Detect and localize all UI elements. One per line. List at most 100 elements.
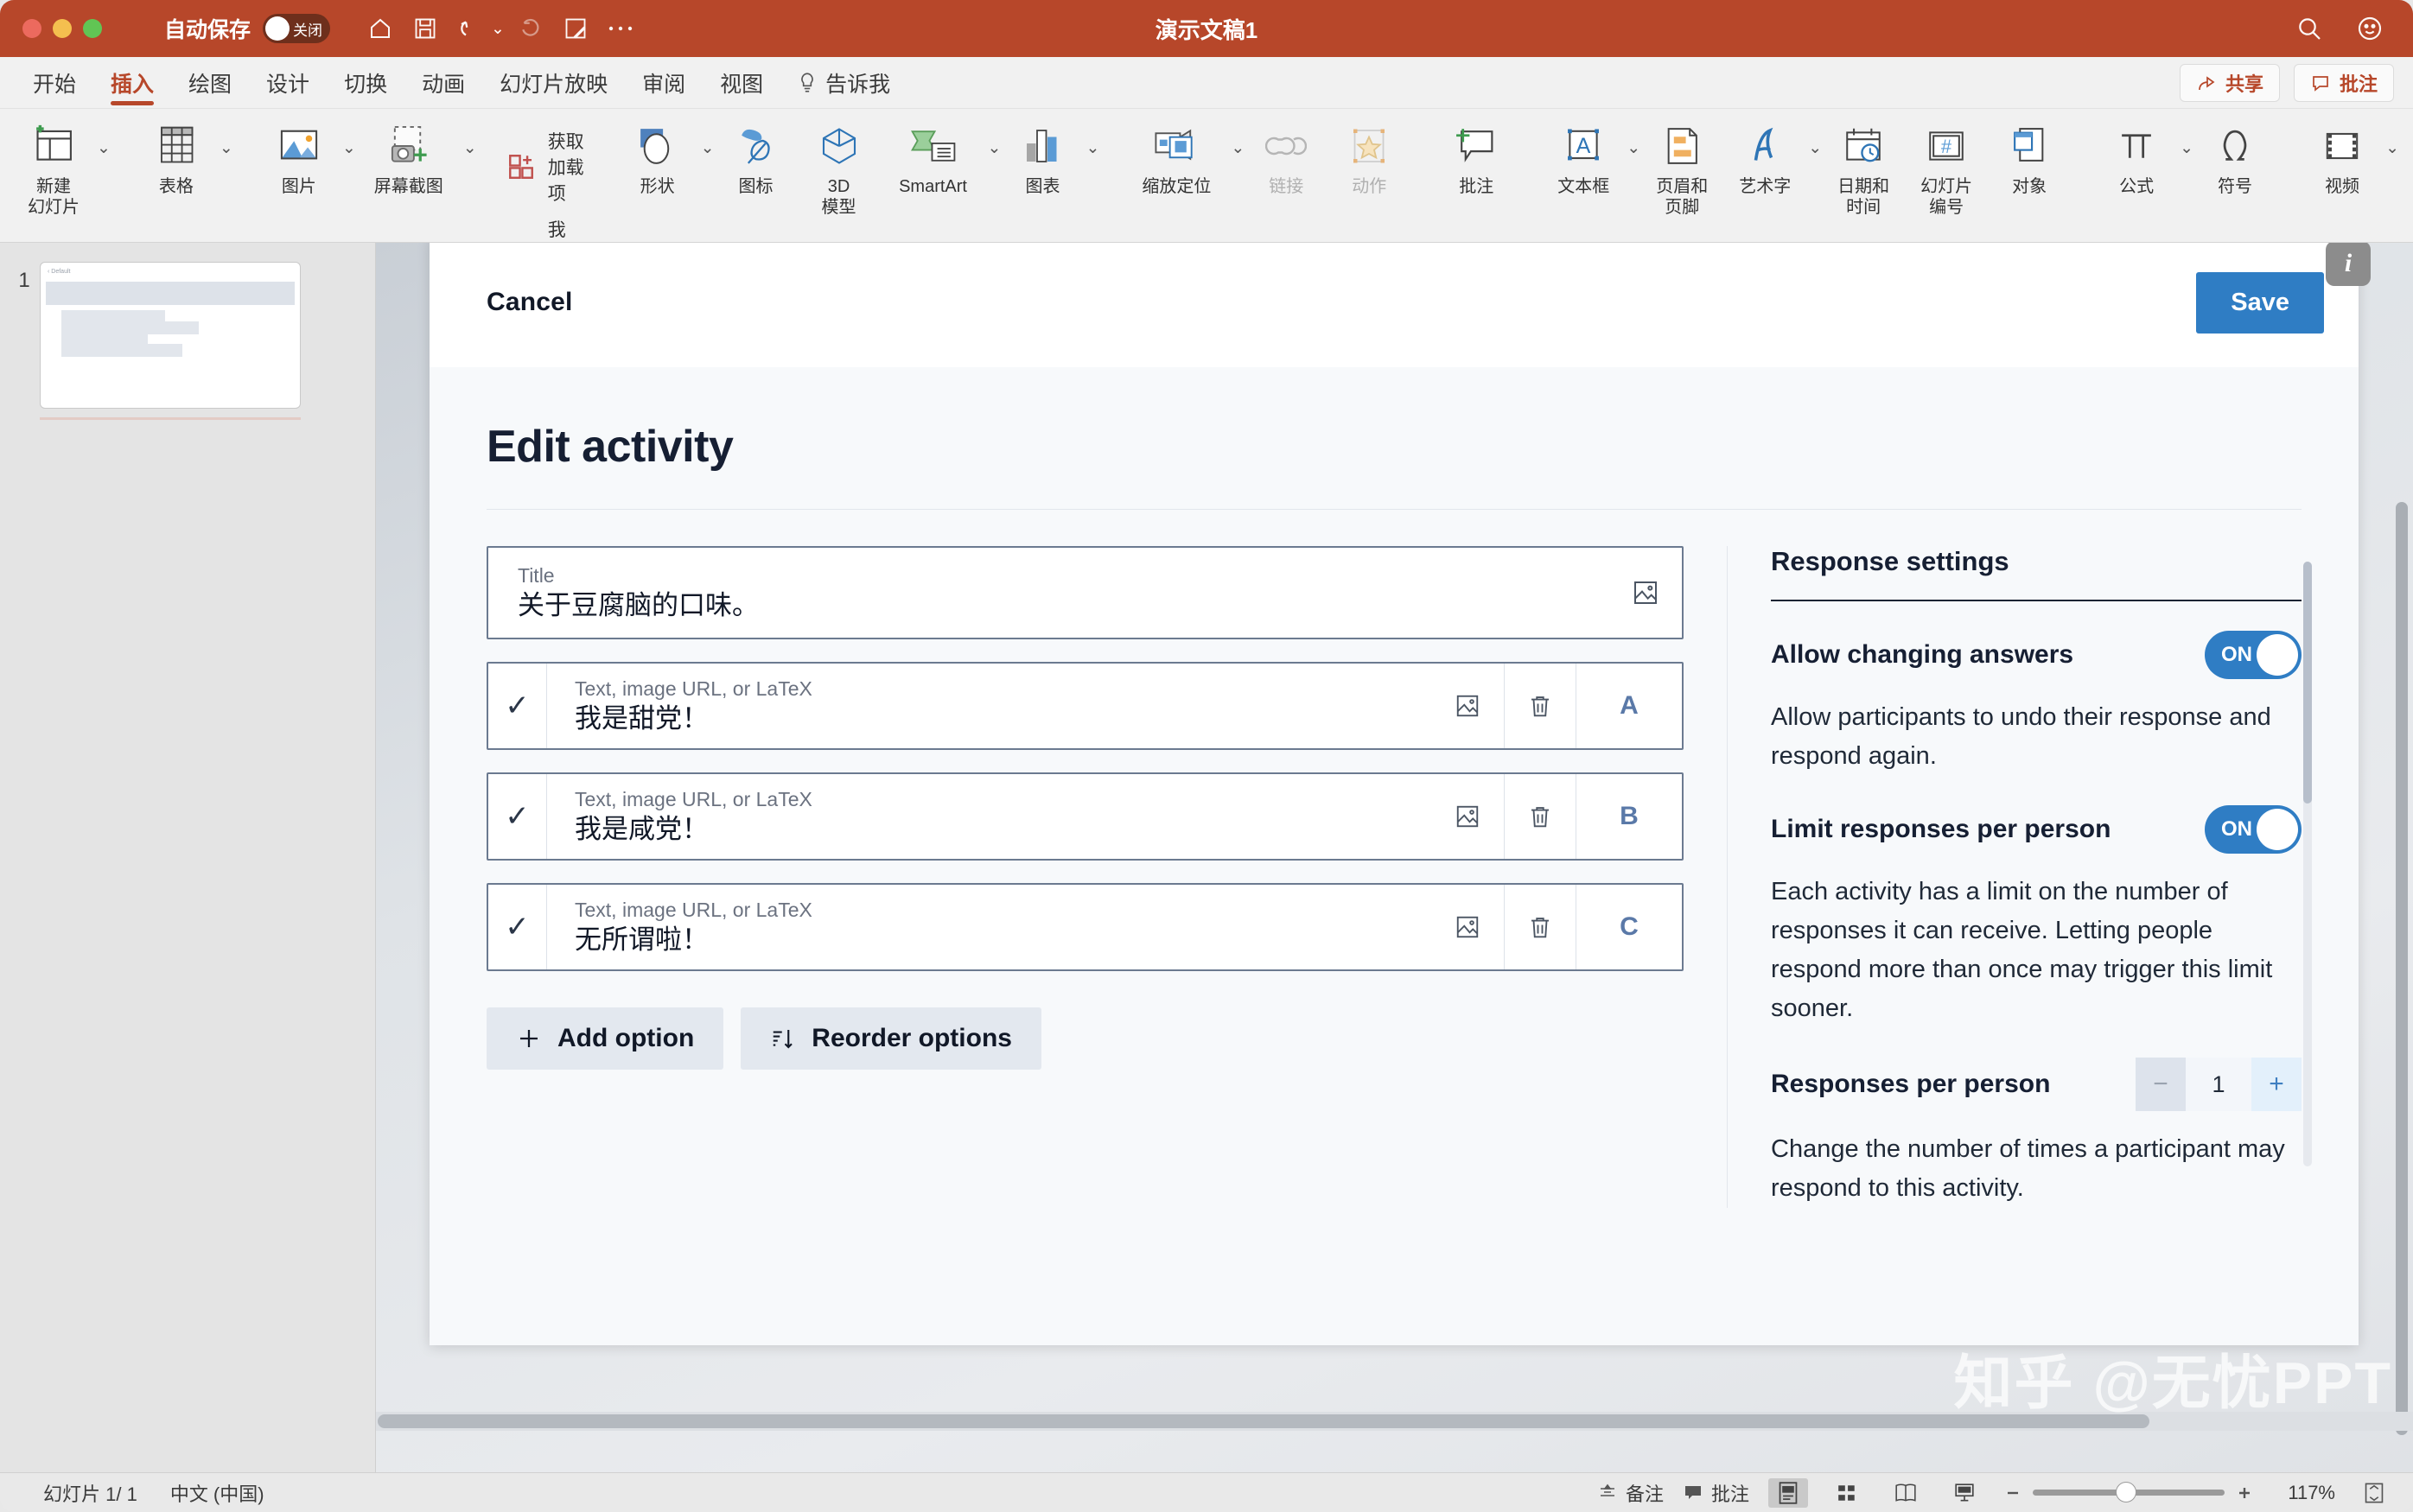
allow-changing-answers-toggle[interactable]: ON (2205, 631, 2302, 679)
option-value[interactable]: 我是甜党！ (575, 702, 1431, 736)
slide-thumbnail-panel[interactable]: 1 ‹ Default (0, 243, 376, 1472)
option-row[interactable]: ✓ Text, image URL, or LaTeX 无所谓啦！ C (487, 883, 1684, 971)
language-indicator[interactable]: 中文 (中国) (170, 1479, 264, 1507)
search-icon[interactable] (2290, 10, 2328, 48)
panel-scrollbar-thumb[interactable] (2303, 562, 2312, 804)
picture-button[interactable]: 图片 ⌄ (258, 109, 356, 197)
title-field[interactable]: Title 关于豆腐脑的口味。 (487, 546, 1684, 639)
check-icon[interactable]: ✓ (488, 885, 547, 969)
cancel-button[interactable]: Cancel (487, 288, 573, 317)
check-icon[interactable]: ✓ (488, 774, 547, 859)
shapes-button[interactable]: 形状 ⌄ (616, 109, 715, 197)
new-comment-button[interactable]: 批注 (1435, 109, 1518, 197)
slideshow-view-button[interactable] (1945, 1478, 1984, 1508)
stepper-value[interactable]: 1 (2186, 1058, 2251, 1111)
more-icon[interactable] (602, 10, 640, 48)
model3d-button[interactable]: 3D 模型 (798, 109, 881, 218)
check-icon[interactable]: ✓ (488, 664, 547, 748)
tab-animations[interactable]: 动画 (404, 57, 482, 109)
stepper-increment-button[interactable]: + (2251, 1058, 2302, 1111)
fit-slide-icon[interactable] (2354, 1478, 2394, 1508)
link-button[interactable]: 链接 (1245, 109, 1327, 197)
autosave-toggle[interactable]: 关闭 (263, 14, 331, 43)
chevron-down-icon[interactable]: ⌄ (701, 109, 715, 158)
slide-thumbnail[interactable]: ‹ Default (40, 262, 301, 409)
share-button[interactable]: 共享 (2179, 63, 2280, 102)
comment-button[interactable]: 批注 (2293, 63, 2394, 102)
undo-dropdown-icon[interactable]: ⌄ (491, 19, 505, 39)
redo-icon[interactable] (512, 10, 550, 48)
chevron-down-icon[interactable]: ⌄ (463, 109, 477, 158)
comments-button[interactable]: 批注 (1683, 1479, 1749, 1507)
chart-button[interactable]: 图表 ⌄ (1001, 109, 1099, 197)
smartart-button[interactable]: SmartArt ⌄ (881, 109, 1001, 197)
tab-view[interactable]: 视图 (703, 57, 780, 109)
new-slide-button[interactable]: 新建 幻灯片 ⌄ (12, 109, 111, 218)
video-button[interactable]: 视频 ⌄ (2301, 109, 2399, 197)
add-option-button[interactable]: Add option (487, 1007, 724, 1070)
option-row[interactable]: ✓ Text, image URL, or LaTeX 我是甜党！ A (487, 662, 1684, 750)
close-window-button[interactable] (22, 19, 41, 38)
zoom-in-button[interactable] (2235, 1483, 2254, 1502)
tab-insert[interactable]: 插入 (93, 57, 171, 109)
reorder-options-button[interactable]: Reorder options (741, 1007, 1041, 1070)
trash-icon[interactable] (1504, 885, 1576, 969)
option-value[interactable]: 无所谓啦！ (575, 923, 1431, 957)
trash-icon[interactable] (1504, 664, 1576, 748)
slide-number-button[interactable]: # 幻灯片 编号 (1905, 109, 1988, 218)
responses-per-person-stepper[interactable]: − 1 + (2136, 1058, 2302, 1111)
edit-file-icon[interactable] (557, 10, 595, 48)
home-icon[interactable] (361, 10, 399, 48)
screenshot-button[interactable]: 屏幕截图 ⌄ (356, 109, 477, 197)
wordart-button[interactable]: 艺术字 ⌄ (1723, 109, 1822, 197)
slide-canvas[interactable]: Cancel Save i Edit activity Title 关于豆腐脑的… (376, 243, 2413, 1472)
tab-design[interactable]: 设计 (249, 57, 327, 109)
image-icon[interactable] (1431, 885, 1504, 969)
save-button[interactable]: Save (2196, 271, 2324, 334)
chevron-down-icon[interactable]: ⌄ (1808, 109, 1822, 158)
table-button[interactable]: 表格 ⌄ (135, 109, 233, 197)
option-row[interactable]: ✓ Text, image URL, or LaTeX 我是咸党！ B (487, 772, 1684, 861)
date-time-button[interactable]: 日期和 时间 (1822, 109, 1905, 218)
audio-button[interactable]: 音频 ⌄ (2399, 109, 2413, 197)
chevron-down-icon[interactable]: ⌄ (342, 109, 356, 158)
zoom-knob[interactable] (2116, 1482, 2136, 1502)
stepper-decrement-button[interactable]: − (2136, 1058, 2186, 1111)
title-field-value[interactable]: 关于豆腐脑的口味。 (518, 588, 1609, 623)
zoom-out-button[interactable] (2003, 1483, 2022, 1502)
account-icon[interactable] (2351, 10, 2389, 48)
minimize-window-button[interactable] (53, 19, 72, 38)
get-addins-button[interactable]: 获取加载项 (506, 128, 592, 206)
thumbnail-row[interactable]: 1 ‹ Default (0, 243, 375, 420)
image-icon[interactable] (1609, 548, 1682, 638)
option-value[interactable]: 我是咸党！ (575, 812, 1431, 847)
zoom-locate-button[interactable]: 缩放定位 ⌄ (1124, 109, 1245, 197)
chevron-down-icon[interactable]: ⌄ (1627, 109, 1640, 158)
icons-button[interactable]: 图标 (715, 109, 798, 197)
image-icon[interactable] (1431, 774, 1504, 859)
chevron-down-icon[interactable]: ⌄ (97, 109, 111, 158)
chevron-down-icon[interactable]: ⌄ (1231, 109, 1245, 158)
zoom-track[interactable] (2033, 1482, 2225, 1502)
symbol-button[interactable]: 符号 (2193, 109, 2276, 197)
autosave-control[interactable]: 自动保存 关闭 (164, 13, 331, 44)
canvas-vertical-scrollbar[interactable] (2396, 502, 2408, 1435)
image-icon[interactable] (1431, 664, 1504, 748)
textbox-button[interactable]: A 文本框 ⌄ (1542, 109, 1640, 197)
tab-tell-me[interactable]: 告诉我 (780, 57, 907, 109)
canvas-horizontal-scrollbar-thumb[interactable] (378, 1414, 2149, 1428)
reading-view-button[interactable] (1886, 1478, 1926, 1508)
header-footer-button[interactable]: 页眉和 页脚 (1640, 109, 1723, 218)
chevron-down-icon[interactable]: ⌄ (2180, 109, 2193, 158)
limit-responses-toggle[interactable]: ON (2205, 805, 2302, 854)
normal-view-button[interactable] (1768, 1477, 1808, 1508)
maximize-window-button[interactable] (83, 19, 102, 38)
notes-button[interactable]: 备注 (1597, 1479, 1664, 1507)
tab-transitions[interactable]: 切换 (327, 57, 404, 109)
tab-slideshow[interactable]: 幻灯片放映 (482, 57, 625, 109)
info-icon[interactable]: i (2326, 243, 2371, 286)
tab-draw[interactable]: 绘图 (171, 57, 249, 109)
slide-sorter-view-button[interactable] (1827, 1478, 1867, 1508)
zoom-slider[interactable] (2003, 1482, 2254, 1502)
chevron-down-icon[interactable]: ⌄ (2385, 109, 2399, 158)
